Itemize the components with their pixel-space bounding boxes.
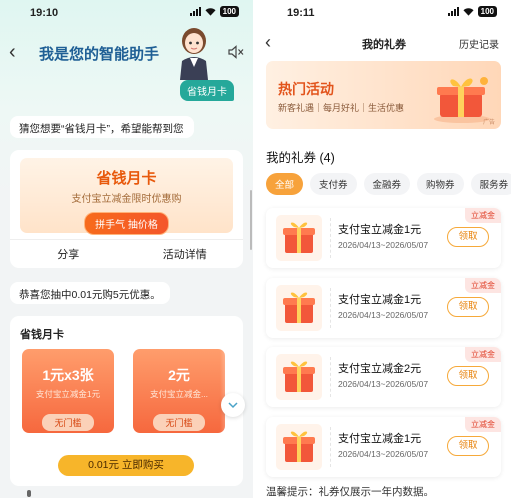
- promo-actions: 分享 活动详情: [10, 239, 243, 262]
- claim-button[interactable]: 领取: [447, 366, 489, 386]
- coupon-desc: 支付宝立减金...: [149, 389, 209, 399]
- coupon-name: 支付宝立减金2元: [338, 363, 422, 375]
- coupon-type-badge: 立减金: [465, 417, 501, 432]
- gift-icon: [276, 424, 322, 470]
- coupon-type-badge: 立减金: [465, 347, 501, 362]
- scrollbar[interactable]: [250, 190, 252, 250]
- coupon-type-tabs: 全部 支付券 金融券 购物券 服务券 代: [266, 173, 511, 195]
- coupon-type-badge: 立减金: [465, 278, 501, 293]
- coupon-card[interactable]: 支付宝立减金1元 2026/04/13~2026/05/07 立减金 领取: [266, 417, 501, 477]
- dashed-separator: [330, 288, 331, 328]
- coupon-name: 支付宝立减金1元: [338, 294, 422, 306]
- coupon-value: 2元: [168, 367, 190, 383]
- hot-activity-banner[interactable]: 热门活动 新客礼遇｜每月好礼｜生活优惠 广告: [266, 61, 501, 129]
- coupon-date: 2026/04/13~2026/05/07: [338, 240, 429, 250]
- battery-icon: 100: [219, 6, 239, 17]
- share-button[interactable]: 分享: [10, 240, 127, 262]
- claim-button[interactable]: 领取: [447, 297, 489, 317]
- dashed-separator: [330, 218, 331, 258]
- coupon-tile[interactable]: 1元x3张 支付宝立减金1元 无门槛: [22, 349, 114, 433]
- assistant-message: 猜您想要“省钱月卡”，希望能帮到您: [10, 116, 194, 138]
- draw-price-button[interactable]: 拼手气 抽价格: [84, 212, 169, 235]
- coupon-value: 1元x3张: [42, 367, 94, 383]
- promo-card: 省钱月卡 支付宝立减金限时优惠购 拼手气 抽价格 分享 活动详情: [10, 150, 243, 268]
- coupon-card[interactable]: 支付宝立减金1元 2026/04/13~2026/05/07 立减金 领取: [266, 208, 501, 268]
- coupon-name: 支付宝立减金1元: [338, 224, 422, 236]
- coupon-type-badge: 立减金: [465, 208, 501, 223]
- chevron-down-icon: [228, 402, 238, 409]
- tab-service[interactable]: 服务券: [470, 173, 511, 195]
- signal-icon: [447, 7, 459, 16]
- tab-all[interactable]: 全部: [266, 173, 304, 195]
- promo-title: 省钱月卡: [96, 170, 157, 187]
- ad-label: 广告: [482, 120, 495, 126]
- coupon-card[interactable]: 支付宝立减金1元 2026/04/13~2026/05/07 立减金 领取: [266, 278, 501, 338]
- coupon-desc: 支付宝立减金1元: [35, 389, 101, 399]
- screenshot-stage: 19:10 100 ‹ 我是您的智能助手 省钱月卡 猜您想要“省钱月卡”，希望能…: [0, 0, 511, 498]
- expand-button[interactable]: [221, 393, 245, 417]
- coupon-name: 支付宝立减金1元: [338, 433, 422, 445]
- promo-banner[interactable]: 省钱月卡 支付宝立减金限时优惠购 拼手气 抽价格: [20, 158, 233, 235]
- buy-now-button[interactable]: 0.01元 立即购买: [58, 455, 194, 476]
- gift-box-icon: [434, 77, 490, 123]
- claim-button[interactable]: 领取: [447, 436, 489, 456]
- no-threshold-badge: 无门槛: [153, 414, 205, 431]
- dashed-separator: [330, 427, 331, 467]
- section-title: 我的礼券 (4): [266, 151, 335, 165]
- promo-subtitle: 支付宝立减金限时优惠购: [71, 194, 182, 205]
- no-threshold-badge: 无门槛: [42, 414, 94, 431]
- my-coupons-screen: 19:11 100 ‹ 我的礼券 历史记录 热门活动 新客礼遇｜每月好礼｜生活优…: [257, 0, 511, 498]
- history-link[interactable]: 历史记录: [459, 36, 499, 51]
- tab-payment[interactable]: 支付券: [310, 173, 357, 195]
- monthly-card-title: 省钱月卡: [20, 329, 64, 341]
- coupon-tile[interactable]: 2元 支付宝立减金... 无门槛: [133, 349, 225, 433]
- activity-details-button[interactable]: 活动详情: [127, 240, 244, 262]
- monthly-card-chip[interactable]: 省钱月卡: [180, 80, 234, 101]
- scroll-fade: [220, 349, 243, 433]
- status-icons: 100: [447, 6, 497, 17]
- back-icon[interactable]: ‹: [9, 42, 16, 62]
- assistant-screen: 19:10 100 ‹ 我是您的智能助手 省钱月卡 猜您想要“省钱月卡”，希望能…: [0, 0, 253, 498]
- microphone-icon[interactable]: [24, 490, 34, 498]
- status-icons: 100: [189, 6, 239, 17]
- assistant-message: 恭喜您抽中0.01元购5元优惠。: [10, 282, 170, 304]
- gift-icon: [276, 285, 322, 331]
- chat-input-bar[interactable]: [10, 484, 243, 498]
- wifi-icon: [463, 8, 474, 16]
- assistant-avatar: [180, 28, 208, 80]
- mute-icon[interactable]: [228, 45, 244, 59]
- gift-icon: [276, 215, 322, 261]
- status-bar: 19:10 100: [0, 6, 253, 22]
- tab-shopping[interactable]: 购物券: [417, 173, 464, 195]
- page-title: 我是您的智能助手: [39, 46, 160, 63]
- gift-icon: [276, 354, 322, 400]
- status-time: 19:10: [30, 7, 59, 19]
- coupon-date: 2026/04/13~2026/05/07: [338, 379, 429, 389]
- coupon-date: 2026/04/13~2026/05/07: [338, 310, 429, 320]
- status-time: 19:11: [287, 7, 315, 19]
- wifi-icon: [205, 8, 216, 16]
- banner-title: 热门活动: [278, 81, 334, 97]
- banner-subtitle: 新客礼遇｜每月好礼｜生活优惠: [278, 103, 405, 113]
- coupon-card[interactable]: 支付宝立减金2元 2026/04/13~2026/05/07 立减金 领取: [266, 347, 501, 407]
- dashed-separator: [330, 357, 331, 397]
- signal-icon: [189, 7, 201, 16]
- coupon-date: 2026/04/13~2026/05/07: [338, 449, 429, 459]
- footer-tip: 温馨提示：礼券仅展示一年内数据。: [266, 486, 434, 498]
- status-bar: 19:11 100: [257, 6, 511, 22]
- battery-icon: 100: [477, 6, 497, 17]
- tab-finance[interactable]: 金融券: [363, 173, 411, 195]
- claim-button[interactable]: 领取: [447, 227, 489, 247]
